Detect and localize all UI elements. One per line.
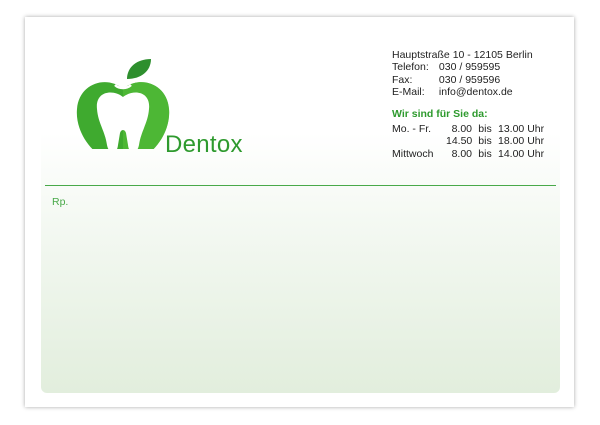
hours-from: 14.50 — [446, 135, 473, 148]
hours-row: 14.50 bis 18.00 Uhr — [392, 135, 544, 147]
contact-info: Hauptstraße 10 - 12105 Berlin Telefon: 0… — [392, 49, 544, 160]
brand-name: Dentox — [165, 131, 243, 158]
email-row: E-Mail: info@dentox.de — [392, 86, 544, 98]
phone-value: 030 / 959595 — [438, 61, 501, 74]
hours-from: 8.00 — [451, 123, 472, 136]
hours-from: 8.00 — [451, 147, 472, 160]
fax-value: 030 / 959596 — [438, 73, 501, 86]
hours-row: Mo. - Fr. 8.00 bis 13.00 Uhr — [392, 123, 544, 135]
fax-row: Fax: 030 / 959596 — [392, 74, 544, 86]
hours-sep: bis — [478, 147, 492, 160]
email-value: info@dentox.de — [438, 86, 513, 99]
prescription-label: Rp. — [52, 196, 69, 208]
hours-day: Mittwoch — [392, 147, 434, 160]
prescription-card: Dentox Hauptstraße 10 - 12105 Berlin Tel… — [25, 17, 574, 407]
divider-line — [45, 185, 556, 186]
hours-to: 18.00 Uhr — [498, 135, 545, 148]
hours-to: 14.00 Uhr — [498, 147, 545, 160]
address-line: Hauptstraße 10 - 12105 Berlin — [392, 49, 533, 61]
hours-sep: bis — [478, 123, 492, 136]
phone-label: Telefon: — [392, 61, 429, 74]
fax-label: Fax: — [392, 73, 413, 86]
hours-to: 13.00 Uhr — [498, 123, 545, 136]
email-label: E-Mail: — [392, 86, 425, 99]
hours-day: Mo. - Fr. — [392, 123, 432, 136]
hours-sep: bis — [478, 135, 492, 148]
content-panel: Dentox Hauptstraße 10 - 12105 Berlin Tel… — [41, 31, 560, 393]
hours-row: Mittwoch 8.00 bis 14.00 Uhr — [392, 148, 544, 160]
hours-title: Wir sind für Sie da: — [392, 107, 488, 120]
phone-row: Telefon: 030 / 959595 — [392, 61, 544, 73]
